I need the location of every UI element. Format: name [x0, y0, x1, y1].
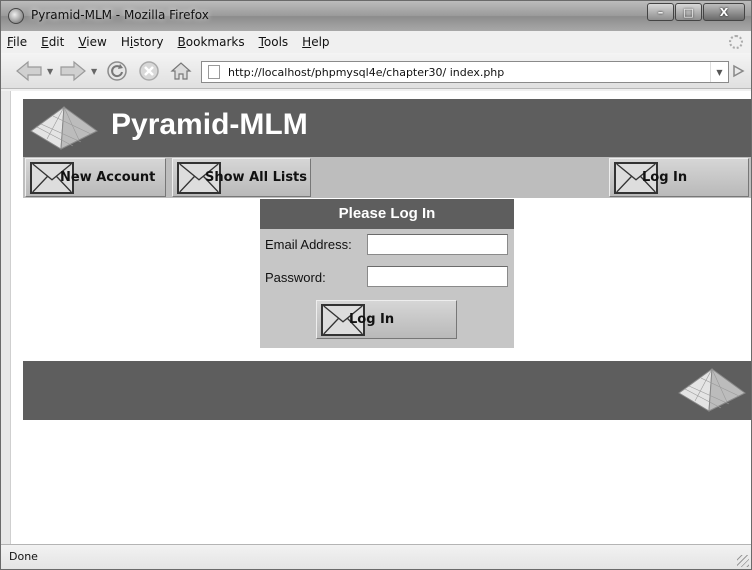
close-button[interactable]: X — [703, 3, 745, 21]
menu-help[interactable]: Help — [302, 35, 329, 49]
go-arrow-icon[interactable] — [731, 64, 745, 78]
home-icon[interactable] — [169, 61, 193, 81]
address-bar[interactable]: http://localhost/phpmysql4e/chapter30/ i… — [201, 61, 729, 83]
maximize-button[interactable]: □ — [675, 3, 702, 21]
status-bar: Done — [1, 544, 751, 569]
page-viewport: Pyramid-MLM New Account Show All Lists L… — [11, 91, 751, 544]
show-all-lists-button[interactable]: Show All Lists — [172, 158, 311, 197]
password-field[interactable] — [367, 266, 508, 287]
password-label: Password: — [265, 270, 326, 285]
nav-log-in-button[interactable]: Log In — [609, 158, 749, 197]
address-url[interactable]: http://localhost/phpmysql4e/chapter30/ i… — [228, 66, 710, 79]
title-bar: Pyramid-MLM - Mozilla Firefox – □ X — [1, 1, 751, 31]
pyramid-logo-icon — [678, 367, 746, 412]
site-title: Pyramid-MLM — [111, 108, 308, 141]
window-controls: – □ X — [646, 3, 745, 21]
back-history-dropdown-icon[interactable]: ▼ — [47, 67, 53, 76]
firefox-icon — [8, 8, 24, 24]
menu-view[interactable]: View — [78, 35, 106, 49]
site-header: Pyramid-MLM — [23, 99, 751, 157]
page-icon — [208, 65, 220, 79]
address-dropdown-icon[interactable]: ▼ — [710, 62, 728, 82]
new-account-button[interactable]: New Account — [25, 158, 166, 197]
minimize-button[interactable]: – — [647, 3, 674, 21]
menu-bar: File Edit View History Bookmarks Tools H… — [1, 31, 751, 53]
login-panel: Please Log In Email Address: Password: L… — [260, 199, 514, 348]
menu-file[interactable]: File — [7, 35, 27, 49]
stop-icon[interactable] — [137, 61, 161, 81]
navigation-toolbar: ▼ ▼ http://localhost/phpmysql4e/chapter3… — [1, 53, 751, 89]
back-arrow-icon[interactable] — [15, 60, 43, 82]
site-nav: New Account Show All Lists Log In — [23, 157, 751, 198]
menu-tools[interactable]: Tools — [259, 35, 289, 49]
status-text: Done — [9, 550, 38, 563]
menu-bookmarks[interactable]: Bookmarks — [178, 35, 245, 49]
resize-grip-icon[interactable] — [737, 555, 749, 567]
pyramid-logo-icon — [30, 105, 98, 150]
window-title: Pyramid-MLM - Mozilla Firefox — [31, 8, 209, 22]
site-footer — [23, 361, 751, 420]
menu-edit[interactable]: Edit — [41, 35, 64, 49]
menu-history[interactable]: History — [121, 35, 164, 49]
email-label: Email Address: — [265, 237, 352, 252]
browser-window: Pyramid-MLM - Mozilla Firefox – □ X File… — [0, 0, 752, 570]
throbber-icon — [729, 35, 743, 49]
reload-icon[interactable] — [105, 61, 129, 81]
show-all-lists-label: Show All Lists — [205, 170, 308, 185]
email-field[interactable] — [367, 234, 508, 255]
forward-history-dropdown-icon[interactable]: ▼ — [91, 67, 97, 76]
login-submit-button[interactable]: Log In — [316, 300, 457, 339]
forward-arrow-icon[interactable] — [59, 60, 87, 82]
nav-log-in-label: Log In — [642, 170, 688, 185]
login-heading: Please Log In — [260, 199, 514, 229]
login-submit-label: Log In — [349, 312, 395, 327]
new-account-label: New Account — [60, 170, 156, 185]
window-left-frame — [1, 91, 11, 544]
